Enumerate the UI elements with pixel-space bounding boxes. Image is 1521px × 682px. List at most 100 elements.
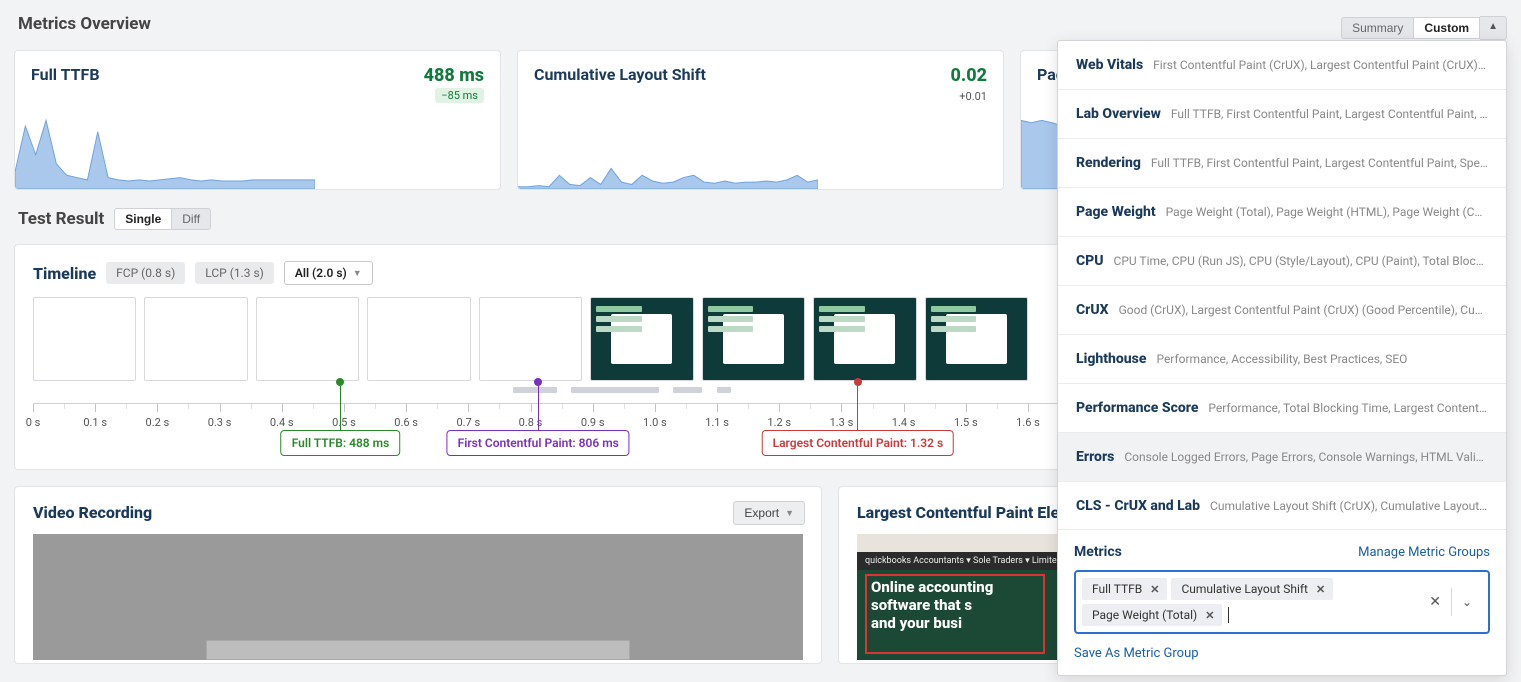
metric-group-option[interactable]: CrUX Good (CrUX), Largest Contentful Pain… <box>1058 286 1506 335</box>
timeline-chip-lcp[interactable]: LCP (1.3 s) <box>195 262 274 284</box>
metrics-label: Metrics <box>1074 544 1122 560</box>
timeline-chip-all[interactable]: All (2.0 s) ▼ <box>284 261 373 285</box>
ruler-tick-label: 1.3 s <box>830 416 854 429</box>
metric-group-option[interactable]: Page Weight Page Weight (Total), Page Wei… <box>1058 188 1506 237</box>
chevron-down-icon: ▼ <box>353 268 362 279</box>
remove-metric-icon[interactable]: ✕ <box>1148 583 1161 596</box>
custom-tab[interactable]: Custom <box>1413 17 1480 39</box>
selected-metric-tag: Cumulative Layout Shift ✕ <box>1171 578 1333 600</box>
metrics-multiselect[interactable]: Full TTFB✕Cumulative Layout Shift✕Page W… <box>1074 570 1490 634</box>
timeline-marker-green[interactable]: Full TTFB: 488 ms <box>336 378 344 430</box>
summary-tab[interactable]: Summary <box>1341 17 1413 39</box>
metric-group-desc: Console Logged Errors, Page Errors, Cons… <box>1124 450 1488 464</box>
view-mode-caret[interactable]: ▲ <box>1480 16 1507 40</box>
ruler-tick-label: 1.0 s <box>643 416 667 429</box>
ruler-tick-label: 0.7 s <box>456 416 480 429</box>
metrics-group-list[interactable]: Web Vitals First Contentful Paint (CrUX),… <box>1058 41 1506 529</box>
page-title: Metrics Overview <box>18 14 151 34</box>
text-cursor <box>1228 607 1229 623</box>
selected-metric-label: Cumulative Layout Shift <box>1181 582 1308 596</box>
ruler-tick-label: 0.4 s <box>270 416 294 429</box>
ruler-tick-label: 0.6 s <box>394 416 418 429</box>
timeline-title: Timeline <box>33 264 96 283</box>
remove-metric-icon[interactable]: ✕ <box>1203 609 1216 622</box>
selected-metric-tag: Page Weight (Total)✕ <box>1082 604 1222 626</box>
timeline-marker-purple[interactable]: First Contentful Paint: 806 ms <box>534 378 542 430</box>
video-recording-title: Video Recording <box>33 503 803 522</box>
timeline-marker-red[interactable]: Largest Contentful Paint: 1.32 s <box>854 378 862 430</box>
ruler-tick-label: 1.6 s <box>1016 416 1040 429</box>
metric-group-option[interactable]: Lighthouse Performance, Accessibility, Be… <box>1058 335 1506 384</box>
filmstrip-frame[interactable] <box>367 297 470 381</box>
selected-metric-label: Full TTFB <box>1092 582 1142 596</box>
remove-metric-icon[interactable]: ✕ <box>1314 583 1327 596</box>
clear-all-icon[interactable]: ✕ <box>1419 588 1452 616</box>
timeline-chip-fcp[interactable]: FCP (0.8 s) <box>106 262 185 284</box>
sparkline-cls <box>518 109 818 189</box>
metric-card-title: Full TTFB <box>31 65 484 84</box>
metric-card-value: 0.02 <box>951 65 987 86</box>
selected-metric-tag: Full TTFB ✕ <box>1082 578 1167 600</box>
metrics-dropdown-panel: Web Vitals First Contentful Paint (CrUX),… <box>1057 40 1507 676</box>
filmstrip-frame[interactable] <box>144 297 247 381</box>
metric-card-delta: +0.01 <box>951 90 987 103</box>
metric-group-desc: First Contentful Paint (CrUX), Largest C… <box>1153 58 1488 72</box>
metric-group-title: Rendering <box>1076 155 1141 171</box>
metric-group-desc: Full TTFB, First Contentful Paint, Large… <box>1171 107 1488 121</box>
timeline-chip-all-label: All (2.0 s) <box>295 266 347 280</box>
metric-card-cls[interactable]: Cumulative Layout Shift 0.02 +0.01 <box>517 50 1004 190</box>
ruler-tick-label: 0.2 s <box>146 416 170 429</box>
filmstrip-frame[interactable] <box>256 297 359 381</box>
metric-group-option[interactable]: Web Vitals First Contentful Paint (CrUX),… <box>1058 41 1506 90</box>
metric-card-ttfb[interactable]: Full TTFB 488 ms −85 ms <box>14 50 501 190</box>
diff-button[interactable]: Diff <box>171 208 211 230</box>
metric-group-desc: Performance, Total Blocking Time, Larges… <box>1208 401 1488 415</box>
metric-group-title: CLS - CrUX and Lab <box>1076 498 1200 514</box>
ruler-tick-label: 0.1 s <box>83 416 107 429</box>
ruler-tick-label: 0 s <box>26 416 41 429</box>
metric-group-title: CPU <box>1076 253 1104 269</box>
metric-group-option[interactable]: CLS - CrUX and Lab Cumulative Layout Shif… <box>1058 482 1506 529</box>
chevron-down-icon[interactable]: ⌄ <box>1452 589 1482 615</box>
ruler-tick-label: 1.2 s <box>767 416 791 429</box>
sparkline-ttfb <box>15 109 315 189</box>
save-as-metric-group-link[interactable]: Save As Metric Group <box>1074 646 1199 661</box>
metric-group-option[interactable]: CPU CPU Time, CPU (Run JS), CPU (Style/La… <box>1058 237 1506 286</box>
filmstrip-frame[interactable] <box>479 297 582 381</box>
filmstrip-frame[interactable] <box>702 297 805 381</box>
metric-group-title: Lab Overview <box>1076 106 1161 122</box>
metric-group-title: CrUX <box>1076 302 1109 318</box>
metric-group-desc: CPU Time, CPU (Run JS), CPU (Style/Layou… <box>1114 254 1488 268</box>
ruler-tick-label: 1.1 s <box>705 416 729 429</box>
metric-group-option[interactable]: Performance Score Performance, Total Bloc… <box>1058 384 1506 433</box>
metric-group-desc: Good (CrUX), Largest Contentful Paint (C… <box>1119 303 1488 317</box>
filmstrip-frame[interactable] <box>590 297 693 381</box>
timeline-marker-label: Full TTFB: 488 ms <box>281 430 401 456</box>
single-button[interactable]: Single <box>114 208 171 230</box>
view-mode-toggle: Summary Custom ▲ <box>1341 16 1507 40</box>
metric-group-desc: Full TTFB, First Contentful Paint, Large… <box>1151 156 1488 170</box>
video-recording-card: Video Recording Export ▼ <box>14 486 822 664</box>
manage-metric-groups-link[interactable]: Manage Metric Groups <box>1358 545 1490 560</box>
metric-card-title: Cumulative Layout Shift <box>534 65 987 84</box>
metric-group-option[interactable]: Lab Overview Full TTFB, First Contentful … <box>1058 90 1506 139</box>
metric-group-desc: Performance, Accessibility, Best Practic… <box>1156 352 1488 366</box>
video-placeholder[interactable] <box>33 534 803 660</box>
metric-group-title: Web Vitals <box>1076 57 1143 73</box>
filmstrip-frame[interactable] <box>33 297 136 381</box>
test-result-toggle: Single Diff <box>114 208 211 230</box>
metric-group-option[interactable]: Rendering Full TTFB, First Contentful Pai… <box>1058 139 1506 188</box>
metric-group-title: Lighthouse <box>1076 351 1146 367</box>
metric-group-option[interactable]: ErrorsConsole Logged Errors, Page Errors… <box>1058 433 1506 482</box>
metric-group-desc: Page Weight (Total), Page Weight (HTML),… <box>1166 205 1488 219</box>
test-result-title: Test Result <box>18 209 104 229</box>
timeline-marker-label: Largest Contentful Paint: 1.32 s <box>762 430 955 456</box>
metric-group-title: Performance Score <box>1076 400 1198 416</box>
export-button[interactable]: Export ▼ <box>733 501 805 525</box>
filmstrip-frame[interactable] <box>813 297 916 381</box>
metric-group-title: Page Weight <box>1076 204 1156 220</box>
filmstrip-frame[interactable] <box>925 297 1028 381</box>
ruler-tick-label: 1.5 s <box>954 416 978 429</box>
lcp-preview-hero: Online accounting software that s and yo… <box>871 578 993 632</box>
metric-group-desc: Cumulative Layout Shift (CrUX), Cumulati… <box>1210 499 1488 513</box>
